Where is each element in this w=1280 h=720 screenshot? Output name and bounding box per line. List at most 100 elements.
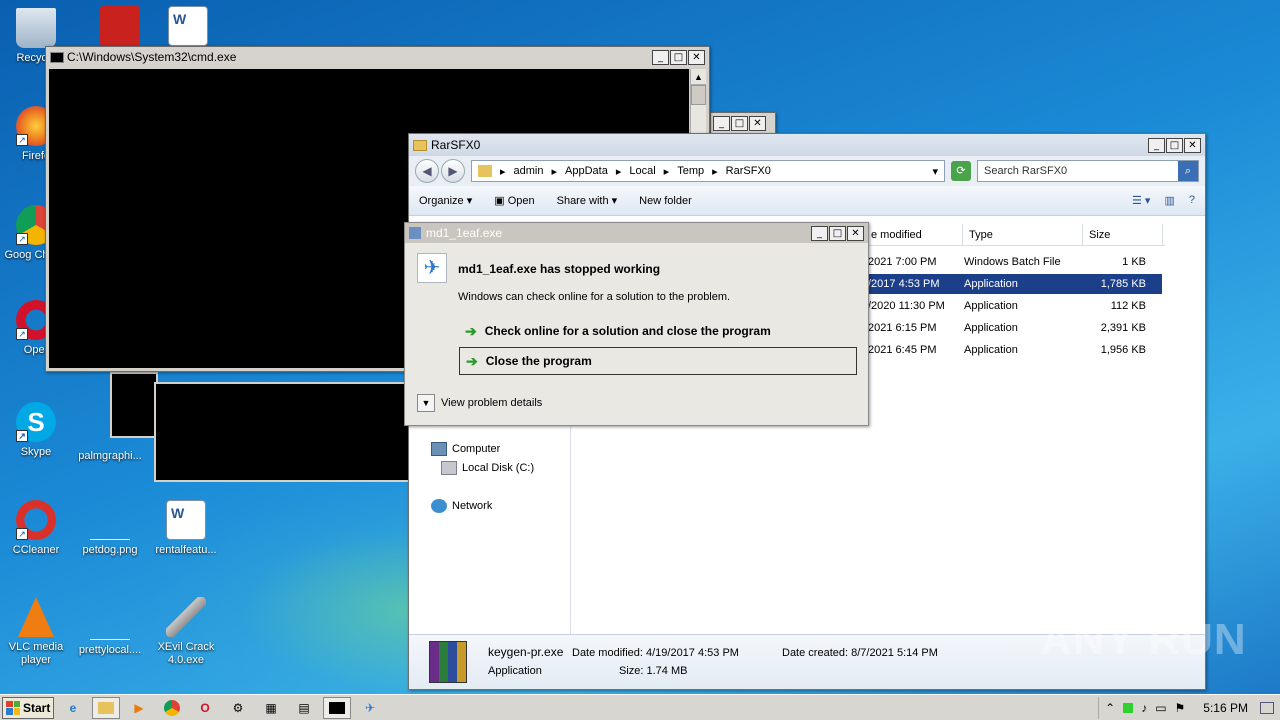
tray-expand-icon[interactable]: ⌃ — [1105, 701, 1115, 715]
organize-label: Organize — [419, 195, 464, 207]
close-icon[interactable]: ✕ — [749, 116, 766, 131]
breadcrumb-sep-icon[interactable]: ▸ — [616, 165, 622, 178]
explorer-taskbar-icon[interactable] — [92, 696, 120, 719]
file-row[interactable]: 2021 6:15 PM Application 2,391 KB — [862, 318, 1162, 338]
back-icon[interactable]: ◀ — [415, 159, 439, 183]
forward-icon[interactable]: ▶ — [441, 159, 465, 183]
minimize-icon[interactable]: _ — [1148, 137, 1165, 153]
app-taskbar-icon[interactable]: ▦ — [257, 697, 285, 719]
key-icon — [166, 597, 206, 637]
crash-taskbar-icon[interactable]: ✈ — [356, 697, 384, 719]
minimize-icon[interactable]: _ — [713, 116, 730, 131]
search-icon[interactable]: ⌕ — [1178, 161, 1198, 181]
crash-title: md1_1eaf.exe — [426, 226, 503, 240]
file-row[interactable]: 2021 6:45 PM Application 1,956 KB — [862, 340, 1162, 360]
new-folder-button[interactable]: New folder — [639, 195, 692, 207]
search-input[interactable]: Search RarSFX0 ⌕ — [977, 160, 1199, 182]
crash-titlebar[interactable]: md1_1eaf.exe _ □ ✕ — [405, 223, 868, 243]
row-date: /2020 11:30 PM — [868, 300, 945, 312]
maximize-icon[interactable]: □ — [1166, 137, 1183, 153]
explorer-titlebar[interactable]: RarSFX0 _ □ ✕ — [409, 134, 1205, 156]
desktop-icon-palmgraphi[interactable]: palmgraphi... — [74, 450, 146, 463]
refresh-icon[interactable]: ⟳ — [951, 161, 971, 181]
green-arrow-icon: ➔ — [466, 352, 478, 369]
view-details-toggle[interactable]: ▼ View problem details — [417, 394, 542, 412]
maximize-icon[interactable]: □ — [670, 49, 687, 65]
address-dropdown-icon[interactable]: ▾ — [932, 165, 938, 178]
disk-icon — [441, 461, 457, 475]
file-row-selected[interactable]: /2017 4:53 PM Application 1,785 KB — [862, 274, 1162, 294]
desktop-icon-xevil[interactable]: XEvil Crack 4.0.exe — [150, 597, 222, 667]
close-icon[interactable]: ✕ — [1184, 137, 1201, 153]
desktop-icon-vlc[interactable]: VLC media player — [0, 597, 72, 667]
crash-heading: md1_1eaf.exe has stopped working — [458, 262, 661, 276]
volume-icon[interactable]: ♪ — [1141, 701, 1147, 715]
explorer-title: RarSFX0 — [431, 138, 481, 152]
chrome-taskbar-icon[interactable] — [158, 697, 186, 719]
breadcrumb-sep-icon[interactable]: ▸ — [712, 165, 718, 178]
breadcrumb-rarsfx0[interactable]: RarSFX0 — [726, 165, 771, 177]
desktop-icon-rentalfeatu[interactable]: W rentalfeatu... — [150, 500, 222, 557]
details-kind: Application — [488, 665, 542, 677]
breadcrumb-admin[interactable]: admin — [514, 165, 544, 177]
desktop-icon-word-doc[interactable]: W — [152, 6, 224, 50]
row-date: 2021 6:15 PM — [868, 322, 937, 334]
action-center-flag-icon[interactable]: ⚑ — [1175, 701, 1186, 715]
network-tray-icon[interactable]: ▭ — [1155, 701, 1166, 715]
breadcrumb-appdata[interactable]: AppData — [565, 165, 608, 177]
help-icon[interactable]: ? — [1189, 194, 1195, 207]
show-desktop-icon[interactable] — [1260, 701, 1274, 714]
media-player-icon[interactable]: ▶ — [125, 697, 153, 719]
file-row[interactable]: 2021 7:00 PM Windows Batch File 1 KB — [862, 252, 1162, 272]
breadcrumb-sep-icon[interactable]: ▸ — [664, 165, 670, 178]
breadcrumb-sep-icon[interactable]: ▸ — [500, 165, 506, 178]
address-bar[interactable]: ▸ admin ▸ AppData ▸ Local ▸ Temp ▸ RarSF… — [471, 160, 945, 182]
breadcrumb-sep-icon[interactable]: ▸ — [552, 165, 558, 178]
column-type[interactable]: Type — [963, 224, 1083, 245]
close-icon[interactable]: ✕ — [847, 225, 864, 241]
crash-dialog[interactable]: md1_1eaf.exe _ □ ✕ ✈ md1_1eaf.exe has st… — [404, 222, 869, 426]
cmd-taskbar-icon[interactable] — [323, 696, 351, 719]
open-button[interactable]: ▣ Open — [494, 194, 534, 207]
minimize-icon[interactable]: _ — [811, 225, 828, 241]
preview-pane-icon[interactable]: ▥ — [1164, 194, 1174, 207]
nav-item-local-disk[interactable]: Local Disk (C:) — [441, 461, 534, 475]
close-icon[interactable]: ✕ — [688, 49, 705, 65]
desktop-icon-skype[interactable]: S ↗ Skype — [0, 402, 72, 459]
organize-button[interactable]: Organize ▾ — [419, 194, 472, 207]
desktop-icon-ccleaner[interactable]: ↗ CCleaner — [0, 500, 72, 557]
view-options-icon[interactable]: ☰ ▾ — [1132, 194, 1150, 207]
clock[interactable]: 5:16 PM — [1203, 701, 1248, 715]
winrar-archive-icon — [429, 641, 467, 683]
address-row: ◀ ▶ ▸ admin ▸ AppData ▸ Local ▸ Temp ▸ R… — [409, 156, 1205, 186]
close-program-option[interactable]: ➔ Close the program — [459, 347, 857, 375]
desktop-icon-prettylocal[interactable]: prettylocal.... — [74, 600, 146, 657]
nav-item-computer[interactable]: Computer — [431, 442, 500, 456]
scroll-up-icon[interactable]: ▲ — [691, 69, 706, 85]
cmd-titlebar[interactable]: C:\Windows\System32\cmd.exe _ □ ✕ — [46, 47, 709, 67]
tray-status-icon[interactable] — [1123, 702, 1134, 713]
minimize-icon[interactable]: _ — [652, 49, 669, 65]
desktop-icon-petdog[interactable]: petdog.png — [74, 500, 146, 557]
start-button[interactable]: Start — [2, 696, 54, 719]
nav-item-network[interactable]: Network — [431, 499, 492, 513]
maximize-icon[interactable]: □ — [829, 225, 846, 241]
desktop-icon-pdf[interactable] — [84, 6, 156, 50]
opera-taskbar-icon[interactable]: O — [191, 697, 219, 719]
share-with-button[interactable]: Share with ▾ — [557, 194, 618, 207]
windows-logo-icon — [6, 700, 20, 715]
column-date-modified[interactable]: e modified — [865, 224, 963, 245]
check-online-option[interactable]: ➔ Check online for a solution and close … — [459, 317, 857, 345]
row-type: Application — [964, 322, 1018, 334]
winrar-taskbar-icon[interactable]: ▤ — [290, 697, 318, 719]
breadcrumb-local[interactable]: Local — [629, 165, 655, 177]
column-size[interactable]: Size — [1083, 224, 1163, 245]
breadcrumb-temp[interactable]: Temp — [677, 165, 704, 177]
ie-icon[interactable]: e — [59, 697, 87, 719]
column-headers: e modified Type Size — [865, 224, 1165, 246]
app-taskbar-icon[interactable]: ⚙ — [224, 697, 252, 719]
cmd-icon — [50, 51, 64, 63]
maximize-icon[interactable]: □ — [731, 116, 748, 131]
scroll-thumb[interactable] — [691, 85, 706, 105]
file-row[interactable]: /2020 11:30 PM Application 112 KB — [862, 296, 1162, 316]
